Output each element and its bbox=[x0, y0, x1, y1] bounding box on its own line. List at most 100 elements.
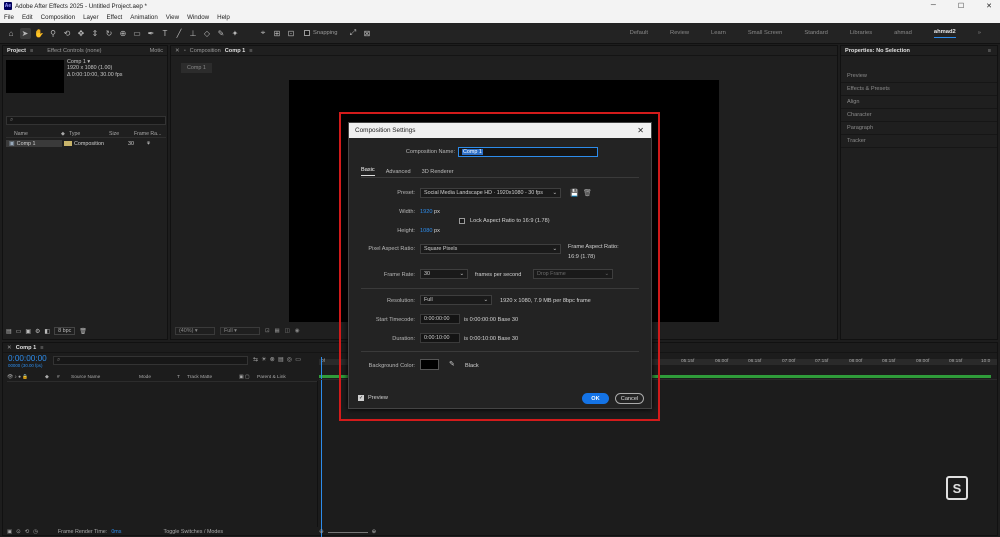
panel-align[interactable]: Align bbox=[841, 96, 997, 109]
snap-options-icon[interactable]: ⤢ bbox=[348, 28, 359, 39]
transparency-grid-icon[interactable]: ▦ bbox=[275, 328, 280, 334]
col-parent[interactable]: Parent & Link bbox=[257, 375, 286, 380]
panel-effects-presets[interactable]: Effects & Presets bbox=[841, 83, 997, 96]
current-time-indicator[interactable] bbox=[321, 357, 322, 537]
workspace-default[interactable]: Default bbox=[630, 30, 648, 36]
preview-checkbox[interactable]: ✓ bbox=[358, 395, 364, 401]
interpret-footage-icon[interactable]: ▤ bbox=[6, 328, 12, 335]
workspace-ahmad2[interactable]: ahmad2 bbox=[933, 29, 956, 38]
lock-aspect-checkbox[interactable] bbox=[459, 218, 465, 224]
puppet-tool-icon[interactable]: ✦ bbox=[230, 28, 241, 39]
view-axis-icon[interactable]: ⊡ bbox=[286, 28, 297, 39]
width-value[interactable]: 1920 bbox=[420, 209, 432, 215]
comp-mini-flowchart-icon[interactable]: ⇆ bbox=[253, 356, 258, 363]
start-timecode-input[interactable]: 0:00:00:00 bbox=[420, 314, 460, 324]
maximize-button[interactable]: ☐ bbox=[958, 2, 964, 10]
zoom-dropdown[interactable]: (40%) ▾ bbox=[175, 327, 215, 335]
close-window-button[interactable]: ✕ bbox=[986, 2, 992, 10]
world-axis-icon[interactable]: ⊞ bbox=[272, 28, 283, 39]
timecode-display[interactable]: 0:00:00:00 bbox=[8, 354, 47, 363]
pixel-aspect-dropdown[interactable]: Square Pixels ⌄ bbox=[420, 244, 561, 254]
motion-blur-icon[interactable]: ◎ bbox=[287, 356, 292, 363]
workspace-ahmad[interactable]: ahmad bbox=[894, 30, 912, 36]
comp-subtab[interactable]: Comp 1 bbox=[181, 63, 212, 73]
snapshot-icon[interactable]: ◉ bbox=[295, 328, 300, 334]
background-color-swatch[interactable] bbox=[420, 359, 439, 370]
label-color-swatch[interactable] bbox=[64, 141, 72, 146]
minimize-button[interactable]: ─ bbox=[931, 2, 936, 10]
pen-tool-icon[interactable]: ✒ bbox=[146, 28, 157, 39]
timeline-menu-icon[interactable]: ≡ bbox=[40, 345, 43, 351]
frame-blending-icon[interactable]: ▤ bbox=[278, 356, 284, 363]
col-mode[interactable]: Mode bbox=[139, 375, 177, 380]
col-t[interactable]: T bbox=[177, 375, 187, 380]
duration-input[interactable]: 0:00:10:00 bbox=[420, 333, 460, 343]
in-out-pane-icon[interactable]: ⟲ bbox=[25, 529, 30, 535]
toggle-switches-modes[interactable]: Toggle Switches / Modes bbox=[164, 529, 224, 535]
menu-help[interactable]: Help bbox=[217, 14, 230, 21]
close-timeline-tab-icon[interactable]: ✕ bbox=[7, 345, 12, 351]
move-tool-icon[interactable]: ✥ bbox=[76, 28, 87, 39]
parent-switch-icons[interactable]: ▣ ▢ bbox=[239, 375, 257, 380]
panel-paragraph[interactable]: Paragraph bbox=[841, 122, 997, 135]
timeline-search-input[interactable]: ⌕ bbox=[53, 356, 248, 365]
brush-tool-icon[interactable]: ╱ bbox=[174, 28, 185, 39]
local-axis-icon[interactable]: ⌖ bbox=[258, 28, 269, 39]
tab-project[interactable]: Project bbox=[7, 48, 26, 54]
panel-tracker[interactable]: Tracker bbox=[841, 135, 997, 148]
col-source-name[interactable]: Source Name bbox=[71, 375, 139, 380]
clone-stamp-tool-icon[interactable]: ⊥ bbox=[188, 28, 199, 39]
drop-frame-dropdown[interactable]: Drop Frame ⌄ bbox=[533, 269, 613, 279]
zoom-slider[interactable] bbox=[327, 531, 368, 533]
workspace-review[interactable]: Review bbox=[670, 30, 689, 36]
eyedropper-icon[interactable]: ✎ bbox=[449, 360, 455, 368]
flowchart-icon[interactable]: ⚘ bbox=[146, 141, 151, 147]
project-menu-icon[interactable]: ≡ bbox=[30, 48, 33, 54]
preset-dropdown[interactable]: Social Media Landscape HD · 1920x1080 - … bbox=[420, 188, 561, 198]
menu-composition[interactable]: Composition bbox=[41, 14, 75, 21]
graph-editor-icon[interactable]: ▭ bbox=[295, 356, 301, 363]
workspace-libraries[interactable]: Libraries bbox=[850, 30, 872, 36]
col-track-matte[interactable]: Track Matte bbox=[187, 375, 239, 380]
col-frame-rate[interactable]: Frame Ra... bbox=[134, 131, 161, 137]
menu-animation[interactable]: Animation bbox=[130, 14, 158, 21]
dolly-tool-icon[interactable]: ⇕ bbox=[90, 28, 101, 39]
close-comp-tab-icon[interactable]: ✕ bbox=[175, 48, 180, 54]
menu-view[interactable]: View bbox=[166, 14, 179, 21]
av-switches-icon[interactable]: 👁 ♪ ● 🔒 bbox=[7, 375, 45, 380]
ok-button[interactable]: OK bbox=[582, 393, 609, 404]
resolution-dropdown[interactable]: Full ▾ bbox=[220, 327, 260, 335]
draft-3d-icon[interactable]: ☀ bbox=[261, 356, 267, 363]
zoom-tool-icon[interactable]: ⚲ bbox=[48, 28, 59, 39]
composition-tab-label[interactable]: Composition bbox=[190, 48, 221, 54]
tab-advanced[interactable]: Advanced bbox=[386, 169, 411, 175]
resolution-dropdown[interactable]: Full ⌄ bbox=[420, 295, 492, 305]
panel-preview[interactable]: Preview bbox=[841, 70, 997, 83]
timeline-tab-name[interactable]: Comp 1 bbox=[16, 345, 37, 351]
menu-effect[interactable]: Effect bbox=[107, 14, 123, 21]
tab-3d-renderer[interactable]: 3D Renderer bbox=[422, 169, 454, 175]
project-search-input[interactable]: ⌕ bbox=[6, 116, 166, 125]
menu-file[interactable]: File bbox=[4, 14, 14, 21]
comp-info-dropdown-icon[interactable]: ▾ bbox=[86, 59, 90, 65]
workspace-learn[interactable]: Learn bbox=[711, 30, 726, 36]
label-column-icon[interactable]: ◆ bbox=[45, 375, 57, 380]
workspace-more-button[interactable]: » bbox=[978, 30, 981, 36]
dialog-close-icon[interactable]: ✕ bbox=[637, 126, 644, 135]
label-col-icon[interactable]: ◆ bbox=[61, 131, 69, 137]
menu-window[interactable]: Window bbox=[187, 14, 209, 21]
snap-grid-icon[interactable]: ⊠ bbox=[362, 28, 373, 39]
rectangle-tool-icon[interactable]: ▭ bbox=[132, 28, 143, 39]
composition-tab-name[interactable]: Comp 1 bbox=[225, 48, 246, 54]
comp-tab-menu-icon[interactable]: ≡ bbox=[249, 48, 252, 54]
project-row[interactable]: ▣ Comp 1 Composition 30 ⚘ bbox=[6, 139, 166, 148]
region-of-interest-icon[interactable]: ⊡ bbox=[265, 328, 270, 334]
selection-tool-icon[interactable]: ➤ bbox=[19, 27, 31, 39]
home-icon[interactable]: ⌂ bbox=[6, 28, 17, 39]
col-size[interactable]: Size bbox=[109, 131, 134, 137]
tab-effect-controls[interactable]: Effect Controls (none) bbox=[47, 48, 101, 54]
tab-basic[interactable]: Basic bbox=[361, 167, 375, 176]
layer-switches-pane-icon[interactable]: ▣ bbox=[7, 529, 12, 535]
height-value[interactable]: 1080 bbox=[420, 228, 432, 234]
bpc-button[interactable]: 8 bpc bbox=[54, 327, 76, 335]
